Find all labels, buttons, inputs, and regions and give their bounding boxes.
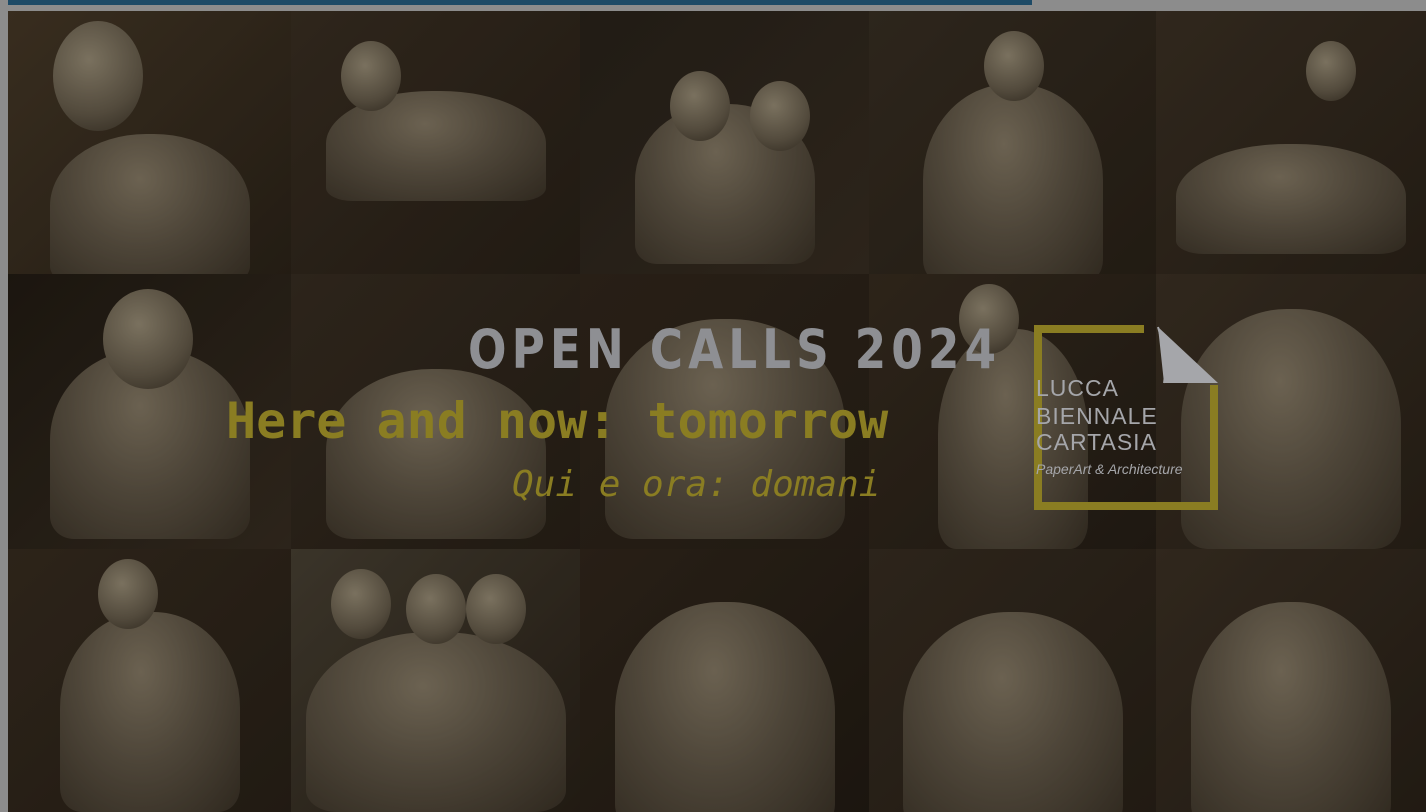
title-english: Here and now: tomorrow xyxy=(226,392,889,450)
top-bar xyxy=(8,0,1032,5)
logo-line-cartasia: CARTASIA xyxy=(1036,429,1157,455)
logo-line-biennale: BIENNALE xyxy=(1036,403,1158,429)
logo-line-lucca: LUCCA xyxy=(1036,375,1119,401)
lucca-biennale-logo: LUCCA BIENNALE CARTASIA PaperArt & Archi… xyxy=(1034,325,1218,510)
open-calls-heading: OPEN CALLS 2024 xyxy=(468,318,1002,381)
top-bar-gap xyxy=(1032,0,1426,11)
logo-tagline: PaperArt & Architecture xyxy=(1036,461,1183,477)
title-italian: Qui e ora: domani xyxy=(512,464,881,505)
